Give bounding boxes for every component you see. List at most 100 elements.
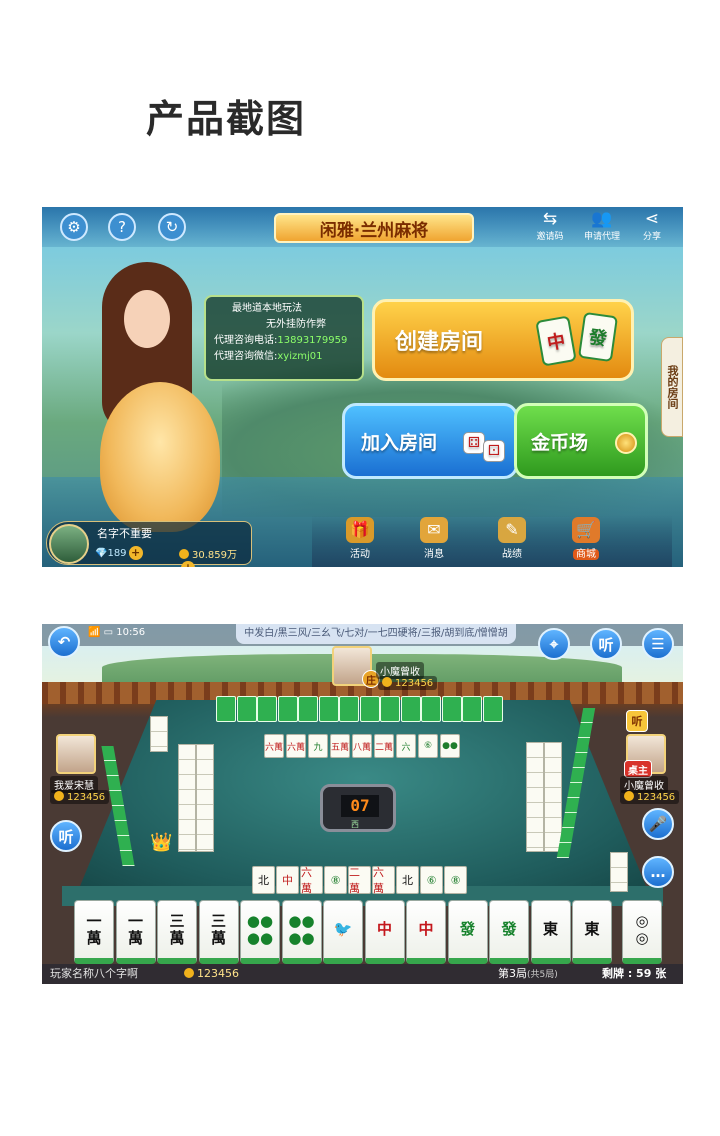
message-button[interactable]: ✉ 消息 — [414, 517, 454, 563]
hand-tile[interactable]: 三 萬 — [157, 900, 197, 964]
tiles-remaining: 剩牌 : 59 张 — [602, 967, 667, 980]
discard-tile: 二萬 — [374, 734, 394, 758]
discard-tile: 中 — [276, 866, 299, 894]
hand-tile[interactable]: 🐦 — [323, 900, 363, 964]
voice-button[interactable]: 🎤 — [642, 808, 674, 840]
activity-label: 活动 — [350, 549, 370, 560]
invite-icon: ⇆ — [542, 209, 558, 229]
add-coins-button[interactable]: + — [181, 561, 195, 567]
discard-tile: 二萬 — [348, 866, 371, 895]
gift-icon: 🎁 — [346, 517, 374, 543]
player-left-coins: 123456 — [50, 790, 110, 804]
add-gems-button[interactable]: + — [128, 546, 143, 560]
wall-tile — [318, 696, 339, 722]
status-bar-info: 📶 ▭ 10:56 — [88, 627, 145, 638]
discard-tile: 八萬 — [352, 734, 372, 758]
remaining-turn-counter: 07 — [341, 795, 379, 817]
hand-tile[interactable]: 中 — [406, 900, 446, 964]
activity-button[interactable]: 🎁 活动 — [340, 517, 380, 563]
hand-tile[interactable]: 一 萬 — [115, 900, 156, 964]
coin-field-label: 金币场 — [531, 431, 589, 454]
help-icon[interactable]: ? — [108, 213, 136, 241]
left-ting-button[interactable]: 听 — [50, 820, 82, 852]
refresh-icon[interactable]: ↻ — [158, 213, 186, 241]
location-button[interactable]: ⌖ — [538, 628, 570, 660]
mail-icon: ✉ — [420, 517, 448, 543]
wall-tile — [462, 696, 482, 722]
red-dragon-tile-icon: 中 — [535, 315, 577, 367]
discard-tile: 五萬 — [330, 734, 350, 758]
hand-tile[interactable]: ●● ●● — [240, 900, 280, 964]
battery-icon: ▭ — [103, 627, 114, 638]
invite-code-button[interactable]: ⇆ 邀请码 — [528, 209, 572, 245]
avatar[interactable] — [49, 524, 89, 564]
wall-tile — [482, 696, 503, 722]
discard-tile: 北 — [252, 866, 275, 894]
cart-icon: 🛒 — [572, 517, 600, 543]
green-dragon-tile-icon: 發 — [577, 311, 619, 363]
discard-tile: 北 — [396, 866, 419, 894]
discard-tile: ⑥ — [420, 866, 443, 894]
game-footer: 玩家名称八个字啊 123456 第3局(共5局) 剩牌 : 59 张 — [42, 964, 683, 984]
hand-tile[interactable]: 東 — [572, 900, 612, 964]
shop-button[interactable]: 🛒 商城 — [566, 517, 606, 563]
player-name: 名字不重要 — [97, 527, 152, 540]
hand-tile[interactable]: 發 — [489, 900, 529, 964]
clock-time: 10:56 — [116, 627, 146, 638]
join-room-label: 加入房间 — [361, 431, 438, 454]
right-discards — [610, 852, 628, 892]
dial-direction: 西 — [351, 820, 359, 829]
microphone-icon: 🎤 — [648, 815, 668, 833]
wall-tile — [257, 696, 277, 722]
menu-button[interactable]: ☰ — [642, 628, 674, 660]
coin-icon — [54, 791, 64, 801]
join-room-button[interactable]: 加入房间 ⚃ ⚀ — [342, 403, 518, 479]
back-button[interactable]: ↶ — [48, 626, 80, 658]
wall-tile — [380, 696, 400, 722]
promo-bubble: 最地道本地玩法 无外挂防作弊 代理咨询电话:13893179959 代理咨询微信… — [204, 295, 364, 381]
avatar-left[interactable] — [56, 734, 96, 774]
wall-tile — [277, 696, 298, 722]
gear-icon[interactable]: ⚙ — [60, 213, 88, 241]
hand-tile[interactable]: 三 萬 — [198, 900, 239, 964]
promo-line1: 最地道本地玩法 — [232, 303, 302, 314]
footer-coins: 123456 — [184, 964, 239, 984]
wall-tile — [298, 696, 318, 722]
diamond-icon: 💎 — [95, 548, 108, 559]
left-discards — [196, 744, 214, 852]
hand-tile[interactable]: 發 — [447, 900, 488, 964]
chat-button[interactable]: … — [642, 856, 674, 888]
hand-tile[interactable]: 一 萬 — [74, 900, 114, 964]
ting-hint-button[interactable]: 听 — [590, 628, 622, 660]
my-room-tab[interactable]: 我的房间 — [661, 337, 683, 437]
promo-line2: 无外挂防作弊 — [266, 319, 326, 330]
wechat-label: 代理咨询微信: — [214, 351, 278, 362]
record-icon: ✎ — [498, 517, 526, 543]
player-top-coins: 123456 — [378, 676, 438, 690]
discard-tile: ⑥ — [418, 734, 438, 758]
coin-field-button[interactable]: 金币场 — [514, 403, 648, 479]
hand-tile[interactable]: ●● ●● — [281, 900, 322, 964]
left-discards — [150, 716, 168, 752]
rules-strip: 中发白/黑三风/三幺飞/七对/一七四硬将/三报/胡到底/憎憎胡 — [236, 624, 516, 644]
invite-label: 邀请码 — [536, 232, 564, 242]
right-ting-badge: 听 — [626, 710, 648, 732]
drawn-tile[interactable]: ◎ ◎ — [622, 900, 662, 964]
apply-agent-button[interactable]: 👥 申请代理 — [574, 209, 630, 245]
coin-count: 30.859万+ — [179, 546, 251, 567]
page-title: 产品截图 — [146, 97, 307, 141]
coin-icon — [184, 968, 194, 978]
hand-tile[interactable]: 東 — [530, 900, 571, 964]
wifi-icon: 📶 — [88, 627, 101, 638]
coin-icon — [382, 677, 392, 687]
share-button[interactable]: ⋖ 分享 — [630, 209, 674, 245]
right-discards — [544, 742, 562, 852]
wall-tile — [236, 696, 257, 722]
hand-tile[interactable]: 中 — [364, 900, 405, 964]
record-label: 战绩 — [502, 549, 522, 560]
discard-tile: ●● — [440, 734, 460, 758]
dice-icon: ⚃ — [463, 432, 485, 454]
create-room-button[interactable]: 创建房间 中 發 — [372, 299, 634, 381]
crown-icon: 👑 — [150, 832, 173, 853]
record-button[interactable]: ✎ 战绩 — [492, 517, 532, 563]
